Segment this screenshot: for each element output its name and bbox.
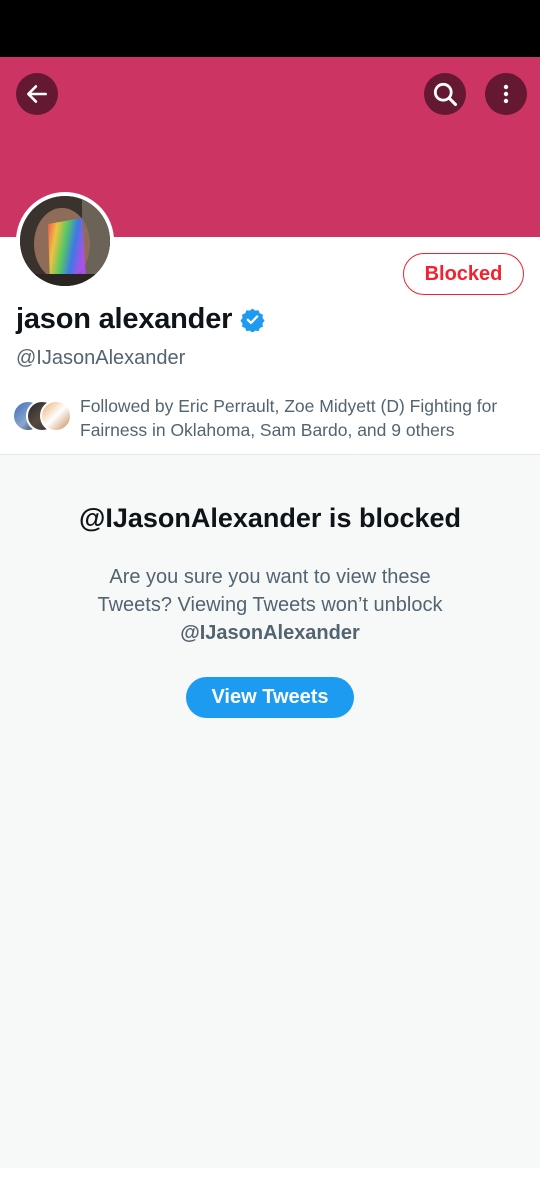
blocked-panel bbox=[0, 455, 540, 1168]
blocked-description: Are you sure you want to view these Twee… bbox=[70, 563, 470, 647]
more-vertical-icon bbox=[503, 84, 509, 104]
arrow-left-icon bbox=[27, 85, 47, 103]
search-button[interactable] bbox=[424, 73, 466, 115]
name-row: jason alexander bbox=[16, 303, 265, 336]
back-button[interactable] bbox=[16, 73, 58, 115]
verified-badge-icon bbox=[240, 308, 265, 332]
profile-avatar[interactable] bbox=[16, 192, 114, 290]
view-tweets-button[interactable]: View Tweets bbox=[186, 677, 354, 718]
status-bar bbox=[0, 0, 540, 57]
profile-handle: @IJasonAlexander bbox=[16, 347, 186, 369]
display-name: jason alexander bbox=[16, 303, 233, 335]
avatar-image bbox=[20, 196, 110, 286]
follower-avatar bbox=[40, 400, 72, 432]
more-options-button[interactable] bbox=[485, 73, 527, 115]
blocked-description-text: Are you sure you want to view these Twee… bbox=[97, 566, 443, 616]
followed-by-row[interactable]: Followed by Eric Perrault, Zoe Midyett (… bbox=[12, 394, 528, 442]
search-icon bbox=[433, 82, 458, 107]
followed-by-text: Followed by Eric Perrault, Zoe Midyett (… bbox=[80, 396, 498, 440]
blocked-description-handle: @IJasonAlexander bbox=[180, 622, 360, 644]
blocked-title: @IJasonAlexander is blocked bbox=[79, 503, 461, 533]
blocked-button[interactable]: Blocked bbox=[403, 253, 524, 295]
follower-avatars bbox=[12, 400, 76, 434]
bottom-strip bbox=[0, 1168, 540, 1200]
